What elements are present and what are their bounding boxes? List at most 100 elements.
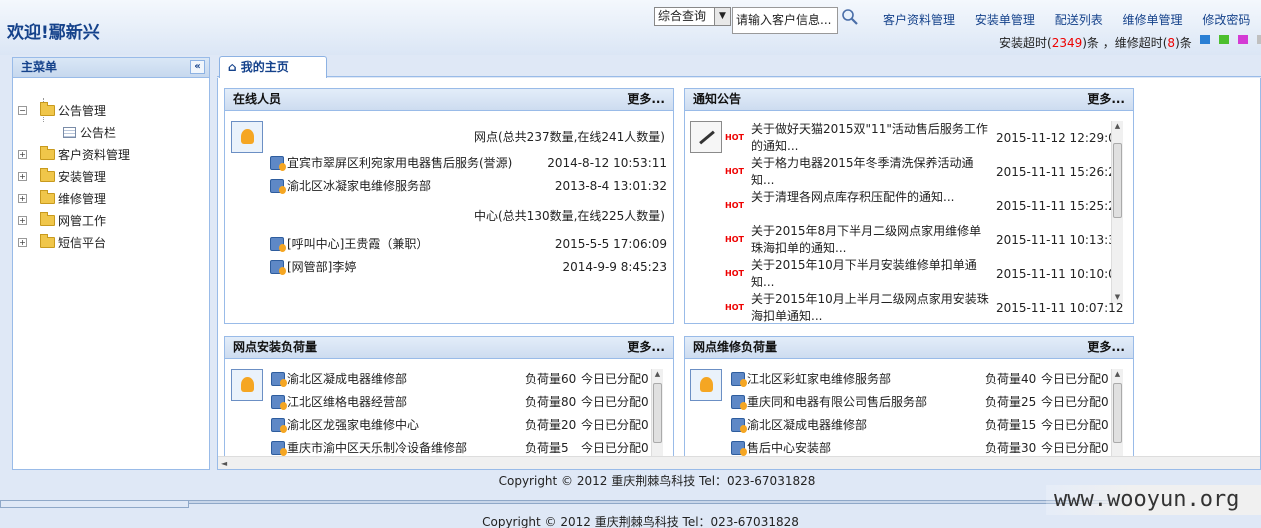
outlet-load: 负荷量15 <box>985 418 1037 432</box>
expand-toggle-icon[interactable]: + <box>18 172 27 181</box>
panel-title: 网点安装负荷量 <box>233 340 318 354</box>
more-link[interactable]: 更多... <box>627 337 665 358</box>
notice-title-line1[interactable]: 关于做好天猫2015双"11"活动售后服务工作 <box>751 121 988 137</box>
expand-toggle-icon[interactable]: + <box>18 194 27 203</box>
group-summary-outlets: 网点(总共237数量,在线241人数量) <box>474 130 665 144</box>
more-link[interactable]: 更多... <box>1087 89 1125 110</box>
folder-icon <box>40 234 55 248</box>
theme-swatch-green[interactable] <box>1219 35 1229 44</box>
expand-toggle-icon[interactable]: + <box>18 216 27 225</box>
outlet-name[interactable]: 渝北区凝成电器维修部 <box>287 371 407 387</box>
sidebar-item-announcements[interactable]: − 公告管理 <box>13 102 203 120</box>
notice-title-line2[interactable]: 知... <box>751 274 774 290</box>
theme-swatch-purple[interactable] <box>1238 35 1248 44</box>
folder-icon <box>40 212 55 226</box>
sidebar-item-install[interactable]: + 安装管理 <box>13 168 203 186</box>
repair-scrollbar[interactable]: ▲ <box>1111 369 1123 465</box>
outlet-name[interactable]: 江北区维格电器经营部 <box>287 394 407 410</box>
nav-link-delivery[interactable]: 配送列表 <box>1055 13 1103 27</box>
search-type-value: 综合查询 <box>658 9 707 23</box>
nav-link-password[interactable]: 修改密码 <box>1202 13 1250 27</box>
repair-timeout-count[interactable]: 8 <box>1167 36 1175 50</box>
scroll-thumb[interactable] <box>1113 383 1122 443</box>
online-user-time: 2014-9-9 8:45:23 <box>562 260 667 274</box>
user-icon <box>731 418 747 433</box>
search-icon[interactable] <box>841 8 859 26</box>
sidebar-item-bulletin-board[interactable]: 公告栏 <box>13 124 203 142</box>
outlet-name[interactable]: 渝北区凝成电器维修部 <box>747 417 867 433</box>
expand-toggle-icon[interactable]: + <box>18 150 27 159</box>
horizontal-scrollbar[interactable]: ◄ <box>218 456 1260 469</box>
panel-header: 通知公告 更多... <box>685 89 1133 111</box>
outlet-load: 负荷量30 <box>985 441 1037 455</box>
notice-title-line1[interactable]: 关于2015年8月下半月二级网点家用维修单 <box>751 223 981 239</box>
notice-title-line1[interactable]: 关于清理各网点库存积压配件的通知... <box>751 189 954 205</box>
nav-link-install[interactable]: 安装单管理 <box>975 13 1035 27</box>
sidebar-item-sms[interactable]: + 短信平台 <box>13 234 203 252</box>
users-group-icon <box>231 121 263 153</box>
scroll-up-icon[interactable]: ▲ <box>1112 121 1123 132</box>
notice-title-line1[interactable]: 关于2015年10月上半月二级网点家用安装珠 <box>751 291 989 307</box>
sidebar-item-repair[interactable]: + 维修管理 <box>13 190 203 208</box>
more-link[interactable]: 更多... <box>627 89 665 110</box>
panel-title: 网点维修负荷量 <box>693 340 778 354</box>
watermark: www.wooyun.org <box>1046 485 1261 515</box>
notice-title-line2[interactable]: 海扣单通知... <box>751 308 822 324</box>
repair-load-panel: 网点维修负荷量 更多... 江北区彩虹家电维修服务部 负荷量40 今日已分配0 重庆同… <box>684 336 1134 466</box>
tab-my-home[interactable]: ⌂ 我的主页 <box>219 56 327 78</box>
outlet-today-assigned: 今日已分配0 <box>1041 418 1109 432</box>
outlet-today-assigned: 今日已分配0 <box>581 418 649 432</box>
chevron-down-icon[interactable]: ▼ <box>714 8 730 25</box>
install-timeout-count[interactable]: 2349 <box>1052 36 1083 50</box>
notice-title-line2[interactable]: 知... <box>751 172 774 188</box>
users-group-icon <box>231 369 263 401</box>
outlet-name[interactable]: 重庆同和电器有限公司售后服务部 <box>747 394 927 410</box>
install-scrollbar[interactable]: ▲ <box>651 369 663 465</box>
more-link[interactable]: 更多... <box>1087 337 1125 358</box>
notice-title-line1[interactable]: 关于2015年10月下半月安装维修单扣单通 <box>751 257 977 273</box>
collapse-toggle-icon[interactable]: − <box>18 106 27 115</box>
panel-header: 网点安装负荷量 更多... <box>225 337 673 359</box>
online-user-name[interactable]: [呼叫中心]王贵霞（兼职） <box>287 236 428 252</box>
scroll-down-icon[interactable]: ▼ <box>1112 292 1123 303</box>
theme-swatch-blue[interactable] <box>1200 35 1210 44</box>
welcome-text: 欢迎!鄢新兴 <box>7 23 100 43</box>
outlet-name[interactable]: 江北区彩虹家电维修服务部 <box>747 371 891 387</box>
search-input[interactable]: 请输入客户信息... <box>732 7 838 34</box>
stats-suffix: )条 <box>1175 36 1192 50</box>
outlet-load: 负荷量5 <box>525 441 569 455</box>
sidebar-item-network-admin[interactable]: + 网管工作 <box>13 212 203 230</box>
online-user-name[interactable]: [网管部]李婷 <box>287 259 356 275</box>
online-user-name[interactable]: 渝北区冰凝家电维修服务部 <box>287 178 431 194</box>
search-type-select[interactable]: 综合查询 ▼ <box>654 7 731 26</box>
notice-title-line1[interactable]: 关于格力电器2015年冬季清洗保养活动通 <box>751 155 974 171</box>
expand-toggle-icon[interactable]: + <box>18 238 27 247</box>
outlet-name[interactable]: 售后中心安装部 <box>747 440 831 456</box>
collapse-icon[interactable]: « <box>190 60 205 74</box>
sidebar-item-customer-data[interactable]: + 客户资料管理 <box>13 146 203 164</box>
scroll-up-icon[interactable]: ▲ <box>652 369 663 380</box>
scroll-thumb[interactable] <box>1113 143 1122 218</box>
notice-title-line2[interactable]: 珠海扣单的通知... <box>751 240 846 256</box>
notice-scrollbar[interactable]: ▲ ▼ <box>1111 121 1123 303</box>
outlet-load: 负荷量40 <box>985 372 1037 386</box>
install-load-panel: 网点安装负荷量 更多... 渝北区凝成电器维修部 负荷量60 今日已分配0 江北区维格… <box>224 336 674 466</box>
group-summary-center: 中心(总共130数量,在线225人数量) <box>474 209 665 223</box>
notice-title-line2[interactable]: 的通知... <box>751 138 798 154</box>
outlet-name[interactable]: 重庆市渝中区天乐制冷设备维修部 <box>287 440 467 456</box>
panel-header: 在线人员 更多... <box>225 89 673 111</box>
outlet-today-assigned: 今日已分配0 <box>581 395 649 409</box>
scroll-thumb[interactable] <box>653 383 662 443</box>
scroll-left-icon[interactable]: ◄ <box>221 457 227 469</box>
scroll-up-icon[interactable]: ▲ <box>1112 369 1123 380</box>
timeout-stats: 安装超时(2349)条 ，维修超时(8)条 <box>999 34 1192 51</box>
outlet-name[interactable]: 渝北区龙强家电维修中心 <box>287 417 419 433</box>
nav-link-customer[interactable]: 客户资料管理 <box>883 13 955 27</box>
theme-swatch-gray[interactable] <box>1257 35 1261 44</box>
nav-link-repair[interactable]: 维修单管理 <box>1123 13 1183 27</box>
stats-repair-label: )条 ，维修超时( <box>1082 36 1168 50</box>
folder-icon <box>40 146 55 160</box>
online-user-name[interactable]: 宜宾市翠屏区利宛家用电器售后服务(誉源) <box>287 155 512 171</box>
document-icon <box>63 127 76 138</box>
user-icon <box>271 441 287 456</box>
